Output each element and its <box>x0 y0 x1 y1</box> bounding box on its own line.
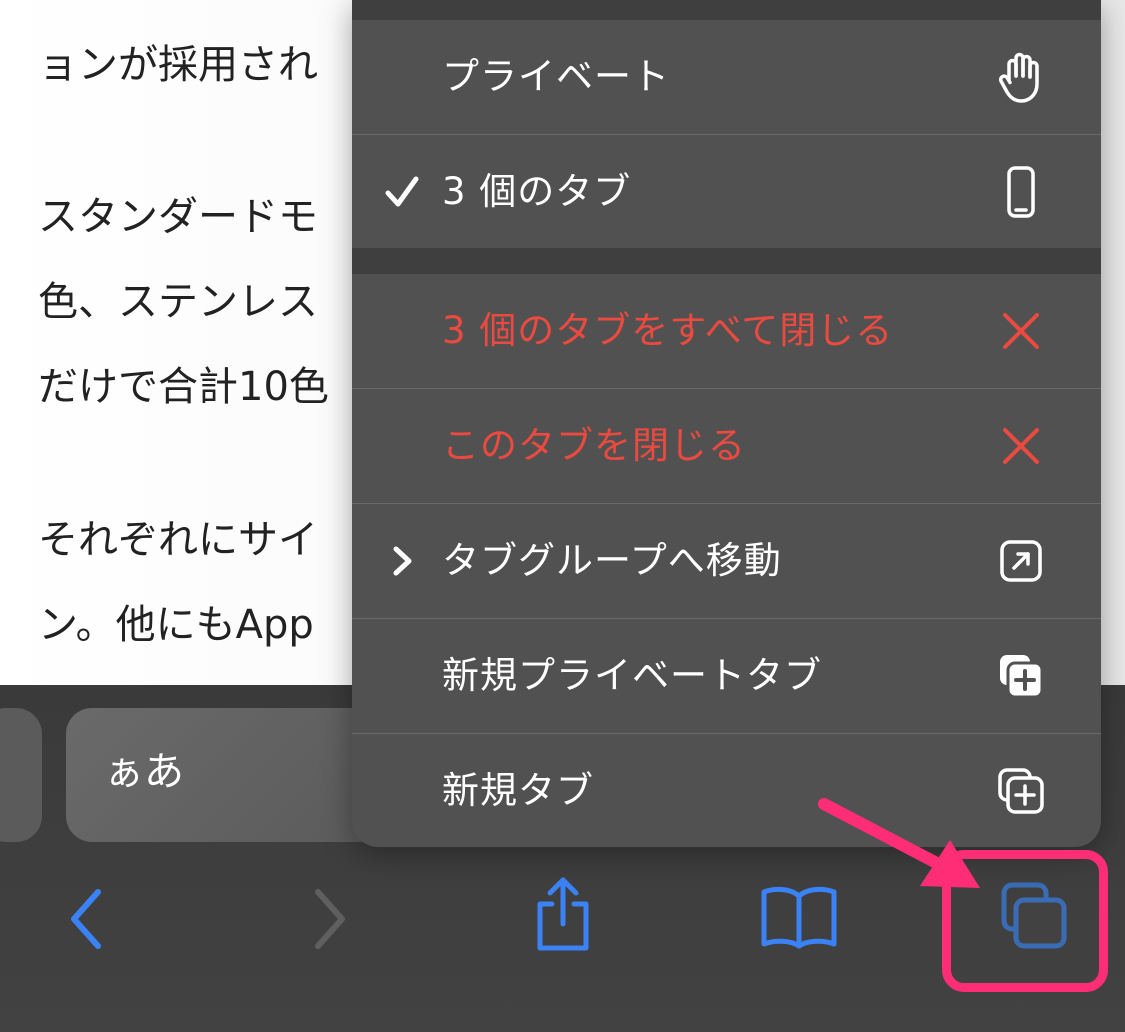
menu-item-label: タブグループへ移動 <box>442 539 782 582</box>
checkmark-icon <box>385 176 419 207</box>
article-line: 色、ステンレス <box>38 279 318 325</box>
private-tab-plus-icon <box>1000 655 1044 699</box>
menu-separator <box>352 248 1101 274</box>
share-button[interactable] <box>530 874 596 954</box>
chevron-right-icon <box>315 889 345 949</box>
article-line: だけで合計10色 <box>38 364 329 410</box>
previous-tab-pill[interactable] <box>0 708 42 842</box>
menu-item-private[interactable]: プライベート <box>352 20 1101 134</box>
menu-item-move-to-tab-group[interactable]: タブグループへ移動 <box>352 503 1101 617</box>
move-to-icon <box>1000 540 1042 582</box>
menu-item-close-this-tab[interactable]: このタブを閉じる <box>352 388 1101 502</box>
menu-item-label: 新規プライベートタブ <box>442 654 822 697</box>
share-icon <box>537 877 589 951</box>
menu-item-label: 3 個のタブ <box>442 170 632 213</box>
tabs-context-menu: プライベート 3 個のタブ 3 個のタブをすべて閉じる このタブを閉じる タブグ… <box>352 0 1101 847</box>
page-settings-button[interactable]: ぁあ <box>104 752 184 792</box>
chevron-left-icon <box>71 889 101 949</box>
menu-item-label: 3 個のタブをすべて閉じる <box>442 309 894 352</box>
menu-item-label: 新規タブ <box>442 769 594 812</box>
menu-item-3-tabs[interactable]: 3 個のタブ <box>352 134 1101 248</box>
close-icon <box>1003 428 1039 464</box>
hand-icon <box>999 52 1039 103</box>
menu-separator <box>352 0 1101 20</box>
phone-icon <box>1007 166 1035 218</box>
close-icon <box>1003 313 1039 349</box>
chevron-right-icon <box>393 546 412 576</box>
article-line: ン。他にもApp <box>38 602 314 648</box>
menu-item-label: このタブを閉じる <box>442 424 746 467</box>
article-line: それぞれにサイ <box>38 517 318 563</box>
article-line: ョンが採用され <box>38 42 318 88</box>
new-tab-plus-icon <box>998 768 1044 814</box>
menu-item-close-all-tabs[interactable]: 3 個のタブをすべて閉じる <box>352 274 1101 388</box>
article-line: スタンダードモ <box>38 194 318 240</box>
tabs-button-highlight <box>942 850 1108 992</box>
menu-item-new-private-tab[interactable]: 新規プライベートタブ <box>352 618 1101 732</box>
forward-button[interactable] <box>304 884 354 954</box>
menu-item-label: プライベート <box>442 55 670 98</box>
back-button[interactable] <box>62 884 112 954</box>
